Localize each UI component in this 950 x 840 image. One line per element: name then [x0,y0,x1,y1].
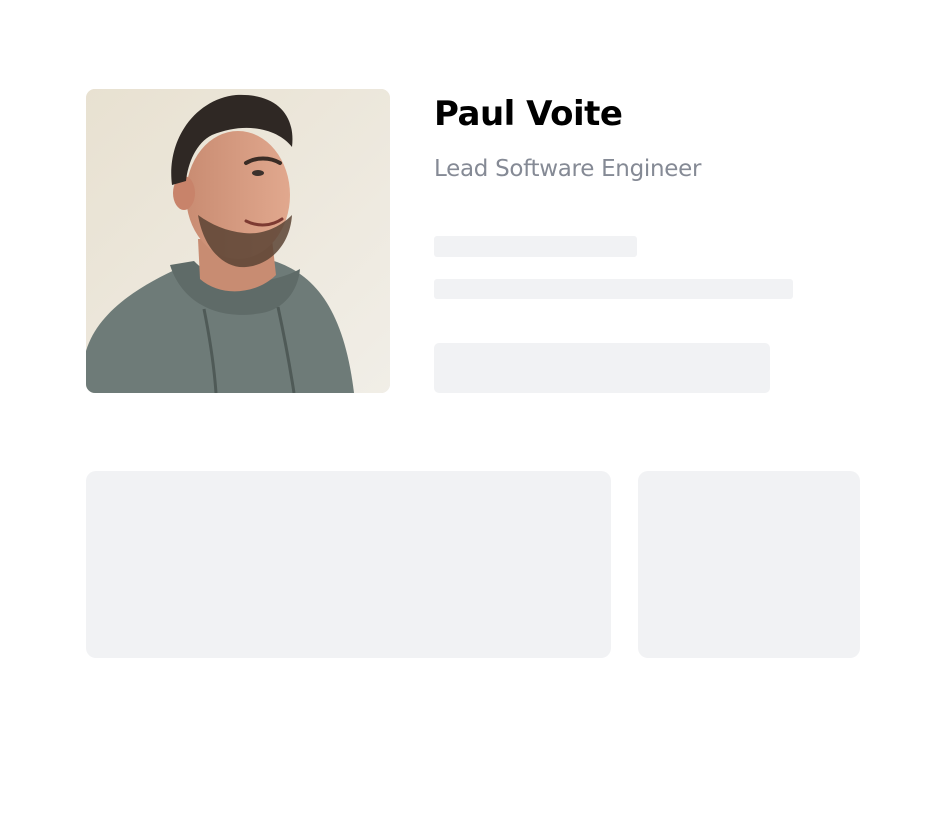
skeleton-button-placeholder [434,343,770,393]
profile-name: Paul Voite [434,94,623,134]
profile-photo-illustration [86,89,390,393]
skeleton-line-long [434,279,793,299]
skeleton-card-narrow [638,471,860,658]
skeleton-card-wide [86,471,611,658]
skeleton-line-short [434,236,637,257]
profile-role: Lead Software Engineer [434,156,702,182]
profile-photo [86,89,390,393]
